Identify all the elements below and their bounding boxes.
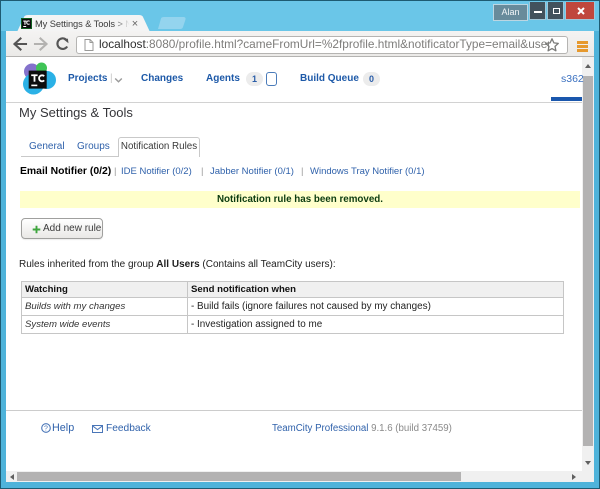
svg-text:?: ? (44, 426, 48, 433)
